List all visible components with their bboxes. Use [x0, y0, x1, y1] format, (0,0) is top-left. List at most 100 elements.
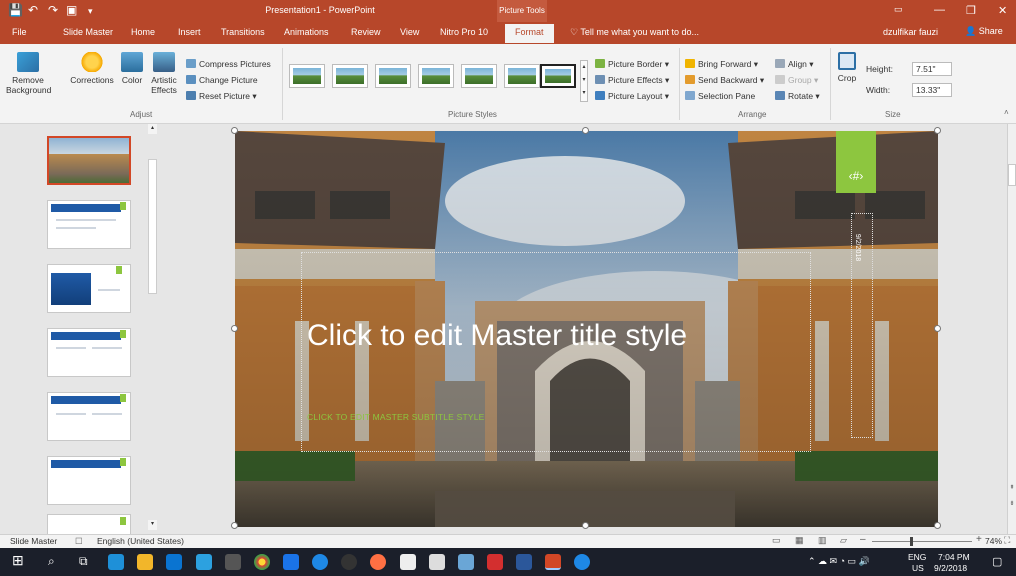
picture-style-3[interactable] — [375, 64, 411, 88]
width-field[interactable]: 13.33" — [912, 83, 952, 97]
share-button[interactable]: 👤 Share — [965, 26, 1003, 37]
pdf-icon[interactable] — [487, 554, 503, 570]
minimize-icon[interactable]: — — [934, 4, 945, 16]
picture-border-button[interactable]: Picture Border ▾ — [595, 59, 669, 70]
chrome-icon[interactable] — [254, 554, 270, 570]
tab-home[interactable]: Home — [131, 27, 155, 37]
height-field[interactable]: 7.51" — [912, 62, 952, 76]
reading-view-icon[interactable]: ▥ — [818, 535, 827, 546]
edge-icon[interactable] — [108, 554, 124, 570]
tab-review[interactable]: Review — [351, 27, 381, 37]
input-language[interactable]: ENG — [908, 552, 926, 562]
crop-button[interactable]: Crop — [834, 52, 860, 83]
remove-background-button[interactable]: Remove Background — [6, 52, 51, 95]
resize-handle-tl[interactable] — [231, 127, 238, 134]
collapse-ribbon-icon[interactable]: ˄ — [1004, 108, 1009, 117]
app-icon[interactable] — [283, 554, 299, 570]
restore-icon[interactable]: ❐ — [966, 4, 976, 17]
picture-style-6[interactable] — [504, 64, 540, 88]
tab-slide-master[interactable]: Slide Master — [63, 27, 113, 37]
previous-slide-icon[interactable]: ⇞ — [1008, 484, 1016, 491]
redo-icon[interactable]: ↷ — [48, 3, 58, 17]
resize-handle-t[interactable] — [582, 127, 589, 134]
zoom-slider[interactable] — [872, 541, 972, 542]
rotate-button[interactable]: Rotate ▾ — [775, 91, 820, 102]
slide-number-placeholder[interactable]: ‹#› — [836, 169, 876, 183]
powerpoint-icon[interactable] — [545, 554, 561, 570]
date-placeholder-box[interactable]: 9/2/2018 — [851, 213, 873, 438]
send-backward-button[interactable]: Send Backward ▾ — [685, 75, 764, 86]
spellcheck-icon[interactable]: ☐ — [75, 536, 83, 547]
app-icon[interactable] — [429, 554, 445, 570]
input-region[interactable]: US — [912, 563, 924, 573]
task-view-icon[interactable]: ⧉ — [79, 554, 95, 570]
thumbnail-layout-6[interactable] — [47, 514, 131, 534]
customize-quick-access-icon[interactable]: ▾ — [88, 6, 93, 17]
thumbnail-master[interactable] — [47, 136, 131, 185]
thumbnail-scrollbar[interactable]: ▴ ▾ — [147, 124, 158, 532]
mail-icon[interactable] — [400, 554, 416, 570]
normal-view-icon[interactable]: ▭ — [772, 535, 781, 546]
file-explorer-icon[interactable] — [137, 554, 153, 570]
notifications-icon[interactable]: ▢ — [992, 555, 1002, 568]
change-picture-button[interactable]: Change Picture — [186, 75, 258, 85]
resize-handle-tr[interactable] — [934, 127, 941, 134]
language-status[interactable]: English (United States) — [97, 536, 184, 546]
picture-style-5[interactable] — [461, 64, 497, 88]
color-button[interactable]: Color — [118, 52, 146, 85]
thumbnail-layout-1[interactable] — [47, 200, 131, 249]
app-icon[interactable] — [196, 554, 212, 570]
monitor-icon[interactable] — [225, 554, 241, 570]
close-icon[interactable]: ✕ — [998, 4, 1007, 17]
zoom-level[interactable]: 74% — [985, 536, 1002, 546]
master-subtitle-placeholder[interactable]: CLICK TO EDIT MASTER SUBTITLE STYLE — [307, 412, 777, 422]
picture-layout-button[interactable]: Picture Layout ▾ — [595, 91, 669, 102]
artistic-effects-button[interactable]: Artistic Effects — [146, 52, 182, 95]
fit-slide-icon[interactable]: ⛶ — [1004, 535, 1010, 546]
picture-style-4[interactable] — [418, 64, 454, 88]
start-from-beginning-icon[interactable]: ▣ — [66, 3, 77, 17]
undo-icon[interactable]: ↶ — [28, 3, 38, 17]
selection-pane-button[interactable]: Selection Pane — [685, 91, 755, 101]
thumbnail-layout-2[interactable] — [47, 264, 131, 313]
group-button[interactable]: Group ▾ — [775, 75, 818, 86]
app-icon[interactable] — [574, 554, 590, 570]
thumbnail-layout-5[interactable] — [47, 456, 131, 505]
zoom-slider-thumb[interactable] — [910, 537, 913, 546]
canvas-scrollbar[interactable]: ⇞ ⇟ — [1007, 124, 1016, 534]
resize-handle-r[interactable] — [934, 325, 941, 332]
reset-picture-button[interactable]: Reset Picture ▾ — [186, 91, 257, 102]
app-icon[interactable] — [312, 554, 328, 570]
windows-start-icon[interactable]: ⊞ — [12, 552, 28, 568]
scroll-up-icon[interactable]: ▴ — [148, 124, 157, 134]
tab-insert[interactable]: Insert — [178, 27, 201, 37]
search-icon[interactable]: ⌕ — [48, 554, 64, 570]
bring-forward-button[interactable]: Bring Forward ▾ — [685, 59, 758, 70]
user-name[interactable]: dzulfikar fauzi — [883, 27, 938, 37]
picture-effects-button[interactable]: Picture Effects ▾ — [595, 75, 669, 86]
resize-handle-l[interactable] — [231, 325, 238, 332]
fox-icon[interactable] — [341, 554, 357, 570]
tab-file[interactable]: File — [12, 27, 27, 37]
scroll-thumb[interactable] — [1008, 164, 1016, 186]
slideshow-icon[interactable]: ▱ — [840, 535, 847, 546]
clock-time[interactable]: 7:04 PM — [938, 552, 970, 562]
compress-pictures-button[interactable]: Compress Pictures — [186, 59, 271, 69]
master-slide[interactable]: ‹#› 9/2/2018 Click to edit Master title … — [235, 131, 938, 527]
tab-format[interactable]: Format — [505, 24, 554, 43]
next-slide-icon[interactable]: ⇟ — [1008, 500, 1016, 507]
picture-style-1[interactable] — [289, 64, 325, 88]
gallery-scroll[interactable]: ▴ ▾ ▾ — [580, 60, 588, 102]
master-title-placeholder[interactable]: Click to edit Master title style — [307, 317, 777, 355]
zoom-in-icon[interactable]: + — [976, 534, 982, 545]
scroll-down-icon[interactable]: ▾ — [148, 520, 157, 530]
tab-nitro[interactable]: Nitro Pro 10 — [440, 27, 488, 37]
tab-animations[interactable]: Animations — [284, 27, 329, 37]
scroll-thumb[interactable] — [148, 159, 157, 294]
corrections-button[interactable]: Corrections — [64, 52, 120, 85]
picture-style-2[interactable] — [332, 64, 368, 88]
store-icon[interactable] — [166, 554, 182, 570]
firefox-icon[interactable] — [370, 554, 386, 570]
system-tray-icons[interactable]: ⌃ ☁ ✉ ◔ ▭ 🔊 — [808, 556, 870, 567]
thumbnail-layout-3[interactable] — [47, 328, 131, 377]
